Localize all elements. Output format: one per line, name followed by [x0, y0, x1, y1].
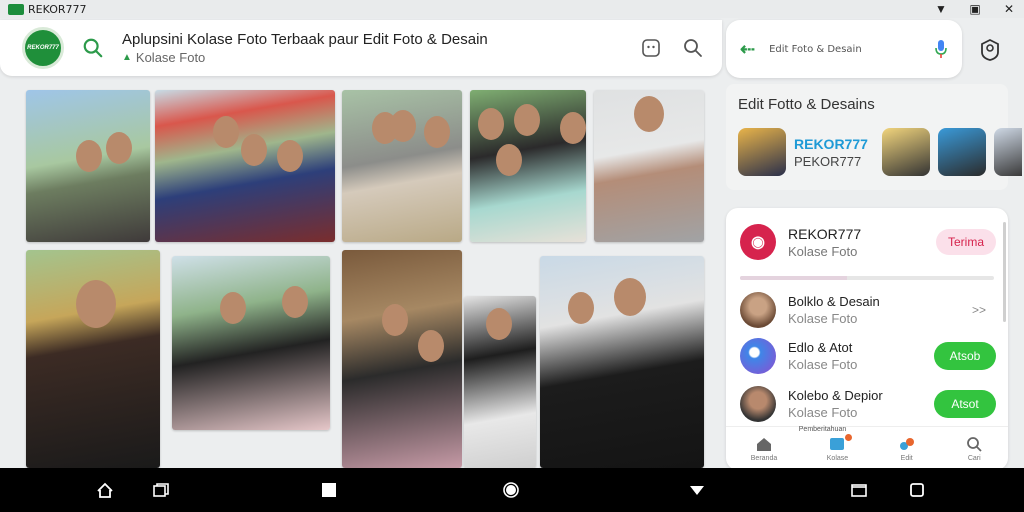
featured-subtitle: PEKOR777 [794, 153, 862, 169]
page-subtitle: Kolase Foto [135, 50, 206, 65]
tab-collage[interactable]: Pemberitahuan Kolase [799, 426, 853, 462]
notification-badge [845, 433, 853, 441]
app-logo-small-icon [8, 3, 24, 15]
list-item-subtitle: Kolase Foto [788, 243, 858, 259]
app-logo-text: REKOR777 [27, 45, 59, 51]
home-circle-icon[interactable] [502, 482, 520, 498]
close-icon[interactable]: ✕ [1002, 2, 1016, 16]
dropdown-arrow-icon[interactable]: ▼ [934, 2, 948, 16]
photo-grid [0, 84, 722, 468]
list-item-subtitle: Kolase Foto [788, 311, 858, 326]
square-icon[interactable] [320, 482, 338, 498]
photo-tile[interactable] [594, 90, 704, 242]
search-input[interactable]: Edit Foto & Desain [769, 44, 934, 55]
share-icon[interactable]: >> [972, 303, 986, 317]
thumbnail[interactable] [881, 128, 930, 176]
install-button[interactable]: Atsot [934, 390, 996, 418]
accept-button[interactable]: Terima [936, 229, 996, 255]
photo-tile[interactable] [342, 250, 462, 468]
photo-tile[interactable] [540, 256, 704, 468]
back-arrow-icon[interactable]: ⇠ [740, 39, 755, 60]
app-logo[interactable]: REKOR777 [22, 27, 64, 69]
tab-label: Beranda [750, 454, 778, 462]
notification-text: Pemberitahuan [798, 425, 847, 433]
search-bar[interactable]: ⇠ Edit Foto & Desain [726, 20, 962, 78]
bottom-tab-bar: Beranda Pemberitahuan Kolase Edit Cari [726, 426, 1008, 470]
featured-thumbnail[interactable] [738, 128, 786, 176]
leaf-icon: ▲ [122, 52, 132, 63]
tab-label: Cari [967, 454, 981, 462]
list-item-title: Edlo & Atot [788, 340, 853, 355]
list-item[interactable]: ◉ REKOR777 Kolase Foto Terima [740, 224, 996, 260]
list-item-subtitle: Kolase Foto [788, 405, 858, 420]
search-icon[interactable] [82, 37, 104, 59]
tab-home[interactable]: Beranda [751, 436, 777, 462]
search-alt-icon[interactable] [682, 37, 704, 59]
list-item-title: Kolebo & Depior [788, 388, 883, 403]
photo-tile[interactable] [26, 250, 160, 468]
progress-bar [740, 276, 994, 280]
avatar [740, 386, 776, 422]
tab-label: Kolase [826, 454, 849, 462]
photo-tile[interactable] [155, 90, 335, 242]
list-item[interactable]: Bolklo & Desain Kolase Foto >> [740, 290, 996, 330]
tab-edit[interactable]: Edit [898, 436, 916, 462]
maximize-icon[interactable]: ▣ [968, 2, 982, 16]
collage-icon [830, 437, 845, 450]
avatar [740, 292, 776, 328]
window-title-text: REKOR777 [28, 2, 87, 16]
home-icon [757, 437, 771, 451]
window-icon[interactable] [850, 482, 868, 498]
photo-tile[interactable] [172, 256, 330, 430]
system-navigation-bar [0, 468, 1024, 512]
profile-icon[interactable] [978, 38, 1002, 62]
edit-icon [899, 437, 914, 450]
scrollbar[interactable] [1003, 222, 1006, 322]
home-outline-icon[interactable] [96, 482, 114, 498]
list-item-subtitle: Kolase Foto [788, 357, 858, 372]
avatar [740, 338, 776, 374]
recent-apps-icon[interactable] [152, 482, 170, 498]
back-triangle-icon[interactable] [688, 482, 706, 498]
list-item-title: Bolklo & Desain [788, 294, 880, 309]
sticker-icon[interactable] [640, 37, 662, 59]
photo-tile[interactable] [342, 90, 462, 242]
tab-search[interactable]: Cari [965, 436, 983, 462]
app-header: REKOR777 Aplupsini Kolase Foto Terbaak p… [0, 20, 722, 76]
photo-tile[interactable] [470, 90, 586, 242]
page-title: Aplupsini Kolase Foto Terbaak paur Edit … [122, 31, 488, 48]
section-title: Edit Fotto & Desains [738, 96, 875, 113]
tab-label: Edit [900, 454, 913, 462]
install-button[interactable]: Atsob [934, 342, 996, 370]
title-bar: REKOR777 ▼ ▣ ✕ [0, 0, 1024, 18]
list-item[interactable]: Kolebo & Depior Kolase Foto Atsot [740, 384, 996, 424]
photo-tile[interactable] [26, 90, 150, 242]
app-list-card: ◉ REKOR777 Kolase Foto Terima Bolklo & D… [726, 208, 1008, 470]
thumbnail[interactable] [993, 128, 1022, 176]
list-item[interactable]: Edlo & Atot Kolase Foto Atsob [740, 336, 996, 376]
window-title: REKOR777 [8, 3, 87, 16]
microphone-icon[interactable] [934, 39, 948, 59]
list-item-title: REKOR777 [788, 225, 862, 242]
photo-tile[interactable] [464, 296, 536, 468]
app-icon: ◉ [740, 224, 776, 260]
progress-fill [740, 276, 847, 280]
featured-brand: REKOR777 [794, 135, 868, 152]
search-icon [967, 436, 982, 452]
section-card: Edit Fotto & Desains REKOR777 PEKOR777 [726, 84, 1022, 190]
thumbnail[interactable] [937, 128, 986, 176]
overview-icon[interactable] [908, 482, 926, 498]
